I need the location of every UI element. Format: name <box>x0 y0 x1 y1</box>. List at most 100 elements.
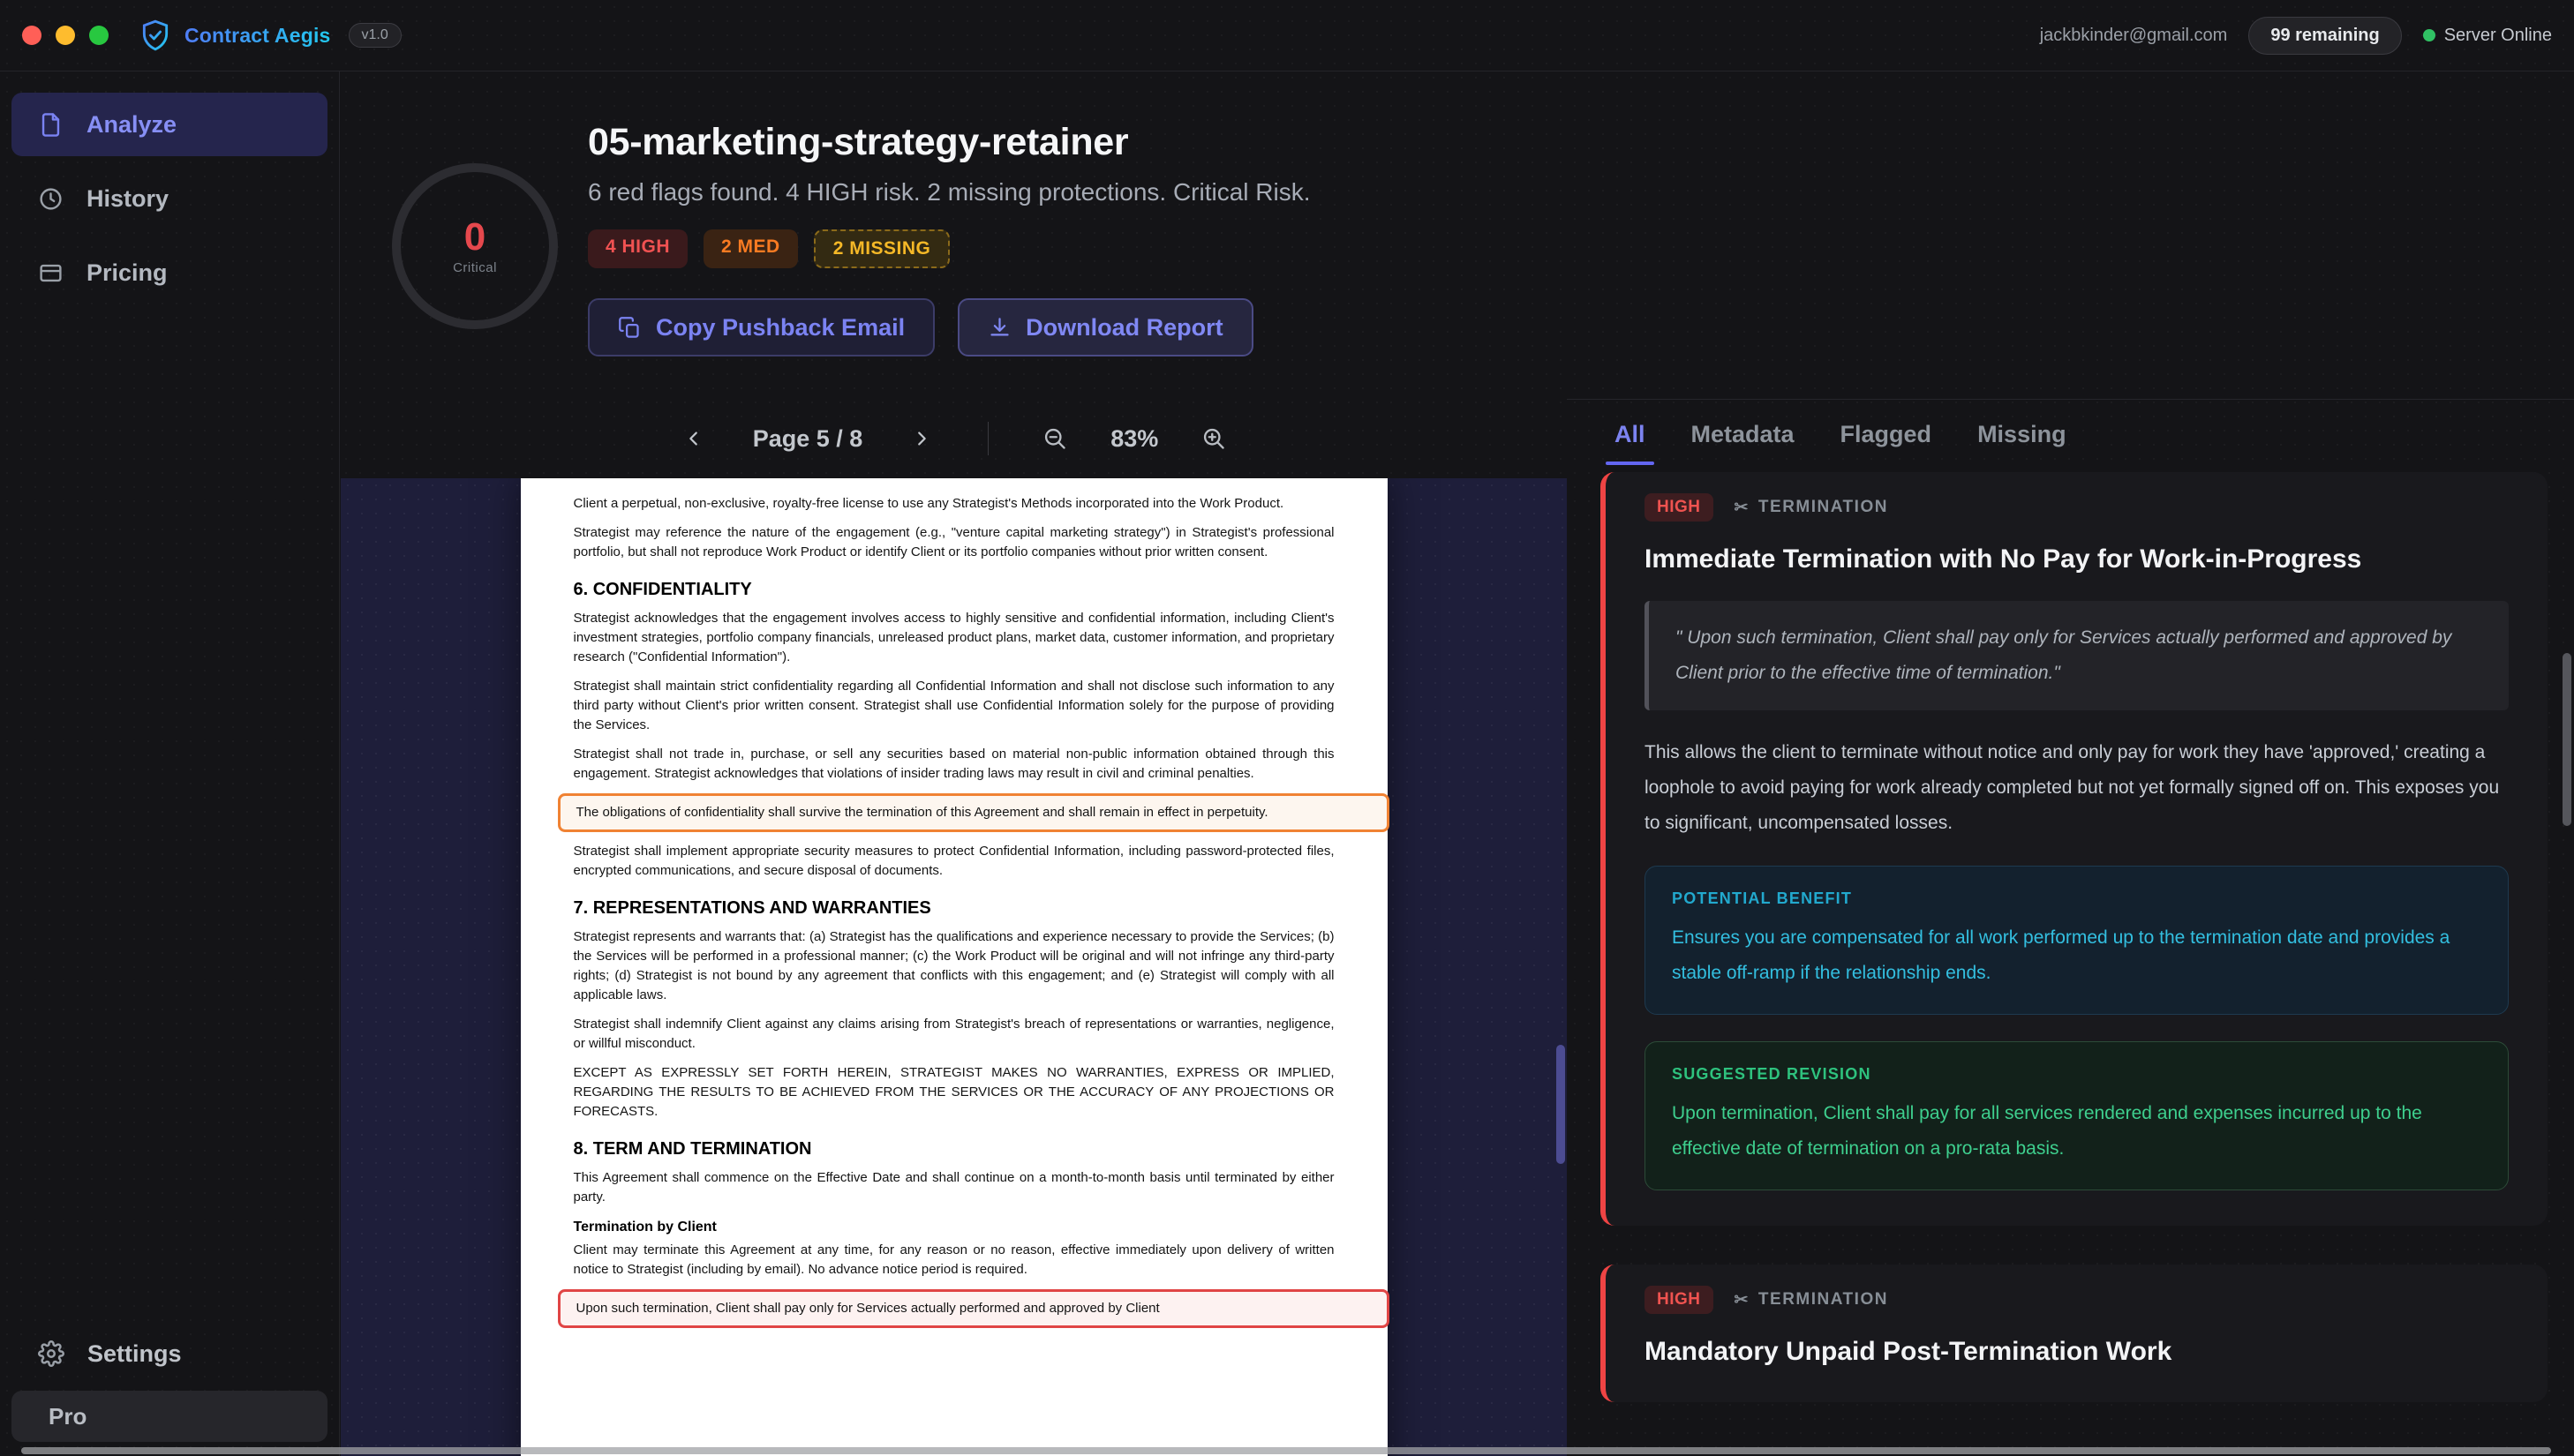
sidebar-item-label: Analyze <box>87 111 177 139</box>
findings-tabs: All Metadata Flagged Missing <box>1567 400 2574 469</box>
top-bar-right: jackbkinder@gmail.com 99 remaining Serve… <box>2040 17 2552 55</box>
credit-card-icon <box>38 260 64 286</box>
critical-gauge: 0 Critical <box>388 160 561 333</box>
revision-label: SUGGESTED REVISION <box>1672 1065 2481 1084</box>
doc-heading: 6. CONFIDENTIALITY <box>574 580 1335 600</box>
app-title: Contract Aegis <box>184 24 331 48</box>
med-risk-badge: 2 MED <box>704 229 798 268</box>
user-email: jackbkinder@gmail.com <box>2040 26 2228 46</box>
tab-missing[interactable]: Missing <box>1977 400 2066 469</box>
action-buttons: Copy Pushback Email Download Report <box>588 298 1311 356</box>
sidebar-item-label: History <box>87 185 169 213</box>
doc-paragraph: Client may terminate this Agreement at a… <box>574 1241 1335 1280</box>
doc-paragraph: Strategist shall indemnify Client agains… <box>574 1015 1335 1054</box>
category-label: TERMINATION <box>1758 498 1888 517</box>
previous-page-button[interactable] <box>674 418 714 459</box>
toolbar-divider <box>988 422 989 455</box>
copy-icon <box>618 316 642 340</box>
clock-icon <box>38 186 64 212</box>
tab-metadata[interactable]: Metadata <box>1691 400 1795 469</box>
doc-paragraph: Strategist may reference the nature of t… <box>574 523 1335 562</box>
doc-paragraph: Strategist shall not trade in, purchase,… <box>574 745 1335 784</box>
download-button-label: Download Report <box>1026 314 1223 341</box>
severity-badge: HIGH <box>1644 493 1713 522</box>
window-controls <box>22 26 109 45</box>
settings-label: Settings <box>87 1340 182 1368</box>
doc-paragraph: Strategist represents and warrants that:… <box>574 927 1335 1005</box>
potential-benefit-box: POTENTIAL BENEFIT Ensures you are compen… <box>1644 866 2509 1015</box>
zoom-out-button[interactable] <box>1035 418 1075 459</box>
app-window: Contract Aegis v1.0 jackbkinder@gmail.co… <box>0 0 2574 1456</box>
sidebar-item-analyze[interactable]: Analyze <box>11 93 327 156</box>
online-dot-icon <box>2423 29 2435 41</box>
benefit-text: Ensures you are compensated for all work… <box>1672 920 2481 991</box>
zoom-in-button[interactable] <box>1193 418 1234 459</box>
gauge-label: Critical <box>453 260 497 275</box>
category-label: TERMINATION <box>1758 1290 1888 1310</box>
card-tags: HIGH ✂ TERMINATION <box>1644 493 2509 522</box>
pdf-scrollbar-thumb[interactable] <box>1556 1045 1565 1164</box>
page-indicator: Page 5 / 8 <box>753 425 863 453</box>
pdf-viewport[interactable]: Client a perpetual, non-exclusive, royal… <box>341 478 1567 1456</box>
findings-list: HIGH ✂ TERMINATION Immediate Termination… <box>1567 469 2574 1402</box>
document-header: 0 Critical 05-marketing-strategy-retaine… <box>341 71 2574 399</box>
finding-title: Mandatory Unpaid Post-Termination Work <box>1644 1337 2509 1367</box>
horizontal-scrollbar-thumb[interactable] <box>21 1447 2551 1454</box>
doc-subheading: Termination by Client <box>574 1220 1335 1235</box>
page-title: 05-marketing-strategy-retainer <box>588 121 1311 164</box>
chevron-right-icon <box>912 429 931 448</box>
document-meta: 05-marketing-strategy-retainer 6 red fla… <box>588 121 1311 356</box>
risk-summary: 6 red flags found. 4 HIGH risk. 2 missin… <box>588 178 1311 206</box>
sidebar-bottom: Settings Pro <box>11 1325 327 1442</box>
finding-card[interactable]: HIGH ✂ TERMINATION Mandatory Unpaid Post… <box>1600 1265 2548 1402</box>
zoom-in-icon <box>1201 426 1226 451</box>
pro-label: Pro <box>49 1403 87 1430</box>
doc-heading: 8. TERM AND TERMINATION <box>574 1139 1335 1160</box>
zoom-window-icon[interactable] <box>89 26 109 45</box>
tab-flagged[interactable]: Flagged <box>1840 400 1932 469</box>
doc-paragraph: Strategist acknowledges that the engagem… <box>574 609 1335 667</box>
flagged-clause-highlight-orange[interactable]: The obligations of confidentiality shall… <box>558 793 1389 832</box>
server-status: Server Online <box>2423 26 2552 46</box>
pro-plan-button[interactable]: Pro <box>11 1391 327 1442</box>
minimize-window-icon[interactable] <box>56 26 75 45</box>
suggested-revision-box: SUGGESTED REVISION Upon termination, Cli… <box>1644 1041 2509 1190</box>
sidebar: Analyze History Pricing Settings Pro <box>0 71 340 1456</box>
category-tag: ✂ TERMINATION <box>1735 1290 1888 1310</box>
missing-badge: 2 MISSING <box>814 229 951 268</box>
high-risk-badge: 4 HIGH <box>588 229 688 268</box>
tab-all[interactable]: All <box>1614 400 1645 469</box>
flagged-clause-highlight-red[interactable]: Upon such termination, Client shall pay … <box>558 1289 1389 1328</box>
sidebar-item-pricing[interactable]: Pricing <box>11 241 327 304</box>
download-report-button[interactable]: Download Report <box>958 298 1253 356</box>
clause-quote: " Upon such termination, Client shall pa… <box>1644 601 2509 710</box>
download-icon <box>988 316 1012 340</box>
credits-remaining-badge: 99 remaining <box>2248 17 2401 55</box>
gear-icon <box>38 1340 64 1367</box>
top-bar: Contract Aegis v1.0 jackbkinder@gmail.co… <box>0 0 2574 71</box>
close-window-icon[interactable] <box>22 26 41 45</box>
zoom-level: 83% <box>1110 425 1158 453</box>
copy-button-label: Copy Pushback Email <box>656 314 905 341</box>
zoom-out-icon <box>1042 426 1067 451</box>
app-logo: Contract Aegis v1.0 <box>139 18 402 53</box>
sidebar-item-history[interactable]: History <box>11 167 327 230</box>
category-tag: ✂ TERMINATION <box>1735 498 1888 518</box>
scissors-icon: ✂ <box>1735 498 1750 518</box>
finding-description: This allows the client to terminate with… <box>1644 735 2509 841</box>
doc-paragraph: This Agreement shall commence on the Eff… <box>574 1168 1335 1207</box>
sidebar-item-label: Pricing <box>87 259 168 287</box>
doc-paragraph: EXCEPT AS EXPRESSLY SET FORTH HEREIN, ST… <box>574 1063 1335 1122</box>
copy-pushback-email-button[interactable]: Copy Pushback Email <box>588 298 935 356</box>
panel-scrollbar-thumb[interactable] <box>2563 653 2571 826</box>
shield-check-icon <box>139 18 172 53</box>
doc-paragraph: Strategist shall implement appropriate s… <box>574 842 1335 881</box>
document-icon <box>38 112 64 138</box>
pdf-viewer: Page 5 / 8 83% Client a perpetual, non-e… <box>341 399 1567 1456</box>
gauge-value: 0 <box>464 218 485 257</box>
next-page-button[interactable] <box>901 418 942 459</box>
finding-card[interactable]: HIGH ✂ TERMINATION Immediate Termination… <box>1600 472 2548 1226</box>
revision-text: Upon termination, Client shall pay for a… <box>1672 1096 2481 1167</box>
risk-badges: 4 HIGH 2 MED 2 MISSING <box>588 229 1311 268</box>
sidebar-item-settings[interactable]: Settings <box>11 1325 327 1382</box>
